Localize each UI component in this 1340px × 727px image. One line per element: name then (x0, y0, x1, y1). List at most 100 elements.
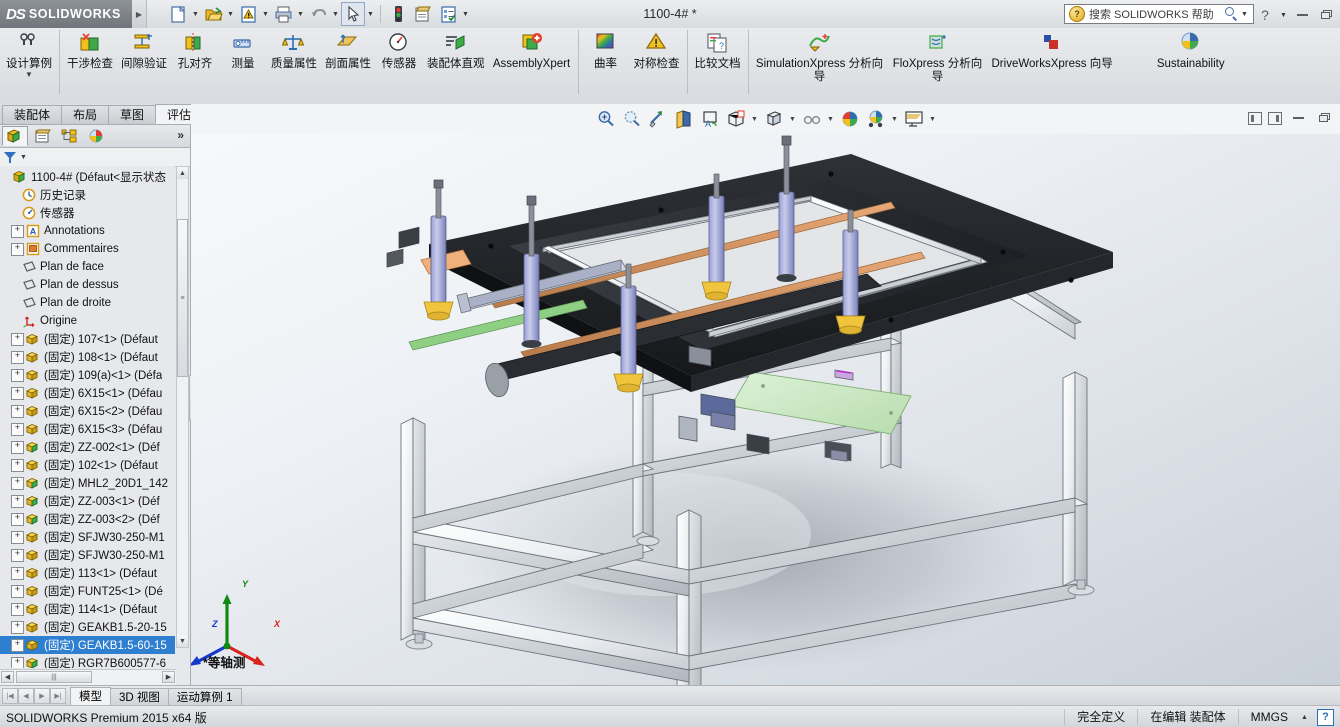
command-floxpress[interactable]: FloXpress 分析向导 (888, 28, 988, 83)
design-study-dropdown[interactable]: ▼ (25, 72, 33, 78)
split-pane-left-icon[interactable] (1248, 112, 1262, 125)
expand-plus-icon[interactable]: + (11, 495, 24, 508)
help-dropdown[interactable]: ▼ (1279, 3, 1288, 27)
section-view-icon[interactable] (672, 108, 696, 130)
print-dropdown[interactable]: ▼ (296, 2, 305, 26)
command-sensor[interactable]: 传感器 (375, 28, 423, 71)
scroll-down-icon[interactable]: ▼ (177, 635, 188, 647)
command-design-study[interactable]: 设计算例 ▼ (2, 28, 56, 78)
search-input[interactable]: 搜索 SOLIDWORKS 帮助 (1089, 6, 1224, 22)
feature-tree-item[interactable]: +(固定) RGR7B600577-6 (0, 654, 175, 668)
tab-assembly[interactable]: 装配体 (2, 105, 62, 124)
command-assembly-xpert[interactable]: AssemblyXpert (489, 28, 575, 71)
expand-plus-icon[interactable]: + (11, 531, 24, 544)
command-mass-properties[interactable]: 质量属性 (267, 28, 321, 71)
filter-icon[interactable] (4, 152, 16, 163)
feature-tree-item[interactable]: +(固定) FUNT25<1> (Dé (0, 582, 175, 600)
feature-tree-item[interactable]: Plan de droite (0, 294, 175, 312)
expand-plus-icon[interactable]: + (11, 405, 24, 418)
feature-tree-item[interactable]: +AAnnotations (0, 222, 175, 240)
expand-plus-icon[interactable]: + (11, 585, 24, 598)
appearances-icon[interactable] (864, 108, 888, 130)
expand-plus-icon[interactable]: + (11, 621, 24, 634)
properties-icon[interactable] (436, 2, 460, 26)
undo-icon[interactable] (306, 2, 330, 26)
feature-tree-item[interactable]: +(固定) ZZ-003<2> (Déf (0, 510, 175, 528)
previous-view-icon[interactable] (646, 108, 670, 130)
scroll-right-icon[interactable]: ▶ (162, 671, 175, 683)
zoom-to-area-icon[interactable] (620, 108, 644, 130)
appearances-dropdown[interactable]: ▼ (890, 108, 900, 130)
split-pane-right-icon[interactable] (1268, 112, 1282, 125)
expand-plus-icon[interactable]: + (11, 225, 24, 238)
expand-plus-icon[interactable]: + (11, 513, 24, 526)
expand-plus-icon[interactable]: + (11, 387, 24, 400)
properties-dropdown[interactable]: ▼ (461, 2, 470, 26)
command-assembly-visualization[interactable]: 装配体直观 (423, 28, 489, 71)
restore-icon[interactable] (1316, 5, 1336, 25)
expand-plus-icon[interactable]: + (11, 549, 24, 562)
minimize-icon[interactable] (1292, 5, 1312, 25)
display-style-dropdown[interactable]: ▼ (750, 108, 760, 130)
command-measure[interactable]: 测量 (219, 28, 267, 71)
display-manager-tab[interactable] (83, 126, 109, 146)
last-icon[interactable]: ▶| (50, 688, 66, 704)
feature-tree-item[interactable]: +(固定) 113<1> (Défaut (0, 564, 175, 582)
apply-scene-icon[interactable] (800, 108, 824, 130)
expand-plus-icon[interactable]: + (11, 441, 24, 454)
feature-tree-vertical-scrollbar[interactable]: ▲ ≡ ▼ (176, 166, 189, 648)
scene-background-dropdown[interactable]: ▼ (928, 108, 938, 130)
display-style-icon[interactable] (724, 108, 748, 130)
feature-tree-horizontal-scrollbar[interactable]: ◀ ||| ▶ (0, 669, 176, 685)
select-icon[interactable] (341, 2, 365, 26)
hide-show-dropdown[interactable]: ▼ (788, 108, 798, 130)
expand-plus-icon[interactable]: + (11, 639, 24, 652)
command-interference-check[interactable]: 干涉检查 (63, 28, 117, 71)
feature-tree-item[interactable]: +(固定) 107<1> (Défaut (0, 330, 175, 348)
expand-plus-icon[interactable]: + (11, 243, 24, 256)
feature-tree-item[interactable]: 历史记录 (0, 186, 175, 204)
minimize-doc-icon[interactable] (1288, 108, 1308, 128)
expand-plus-icon[interactable]: + (11, 477, 24, 490)
tab-layout[interactable]: 布局 (61, 105, 109, 124)
new-document-dropdown[interactable]: ▼ (191, 2, 200, 26)
expand-plus-icon[interactable]: + (11, 351, 24, 364)
tab-motion-study[interactable]: 运动算例 1 (168, 688, 242, 706)
next-icon[interactable]: ▶ (34, 688, 50, 704)
command-clearance-verification[interactable]: 间隙验证 (117, 28, 171, 71)
feature-tree-filter-bar[interactable]: ▼ (0, 148, 190, 167)
feature-tree-item[interactable]: +(固定) 109(a)<1> (Défa (0, 366, 175, 384)
units-dropdown[interactable]: ▲ (1300, 709, 1309, 725)
property-manager-tab[interactable] (29, 126, 55, 146)
tab-sketch[interactable]: 草图 (108, 105, 156, 124)
tab-model[interactable]: 模型 (70, 687, 111, 706)
feature-tree-item[interactable]: +(固定) 6X15<3> (Défau (0, 420, 175, 438)
feature-tree[interactable]: 1100-4# (Défaut<显示状态历史记录传感器+AAnnotations… (0, 166, 175, 668)
feature-tree-item[interactable]: 1100-4# (Défaut<显示状态 (0, 168, 175, 186)
feature-tree-item[interactable]: +(固定) 114<1> (Défaut (0, 600, 175, 618)
traffic-light-icon[interactable] (386, 2, 410, 26)
scroll-up-icon[interactable]: ▲ (177, 167, 188, 179)
scene-background-icon[interactable] (902, 108, 926, 130)
feature-tree-item[interactable]: +(固定) MHL2_20D1_142 (0, 474, 175, 492)
expand-plus-icon[interactable]: + (11, 657, 24, 669)
view-orientation-icon[interactable]: A (698, 108, 722, 130)
help-icon[interactable]: ? (1255, 5, 1275, 25)
apply-scene-dropdown[interactable]: ▼ (826, 108, 836, 130)
expand-plus-icon[interactable]: + (11, 369, 24, 382)
restore-doc-icon[interactable] (1314, 108, 1334, 128)
hide-show-icon[interactable] (762, 108, 786, 130)
feature-tree-item[interactable]: +(固定) ZZ-003<1> (Déf (0, 492, 175, 510)
command-section-properties[interactable]: 剖面属性 (321, 28, 375, 71)
feature-tree-item[interactable]: +(固定) 108<1> (Défaut (0, 348, 175, 366)
feature-tree-item[interactable]: +(固定) 6X15<1> (Défau (0, 384, 175, 402)
command-driveworksxpress[interactable]: DriveWorksXpress 向导 (988, 28, 1117, 71)
status-help-icon[interactable]: ? (1317, 709, 1334, 726)
select-dropdown[interactable]: ▼ (366, 2, 375, 26)
feature-manager-more-button[interactable]: » (177, 128, 184, 142)
tab-3d-views[interactable]: 3D 视图 (110, 688, 169, 706)
feature-tree-item[interactable]: +(固定) ZZ-002<1> (Déf (0, 438, 175, 456)
command-simulationxpress[interactable]: SimulationXpress 分析向导 (752, 28, 888, 83)
assembly-model-3d[interactable] (191, 134, 1340, 685)
undo-dropdown[interactable]: ▼ (331, 2, 340, 26)
